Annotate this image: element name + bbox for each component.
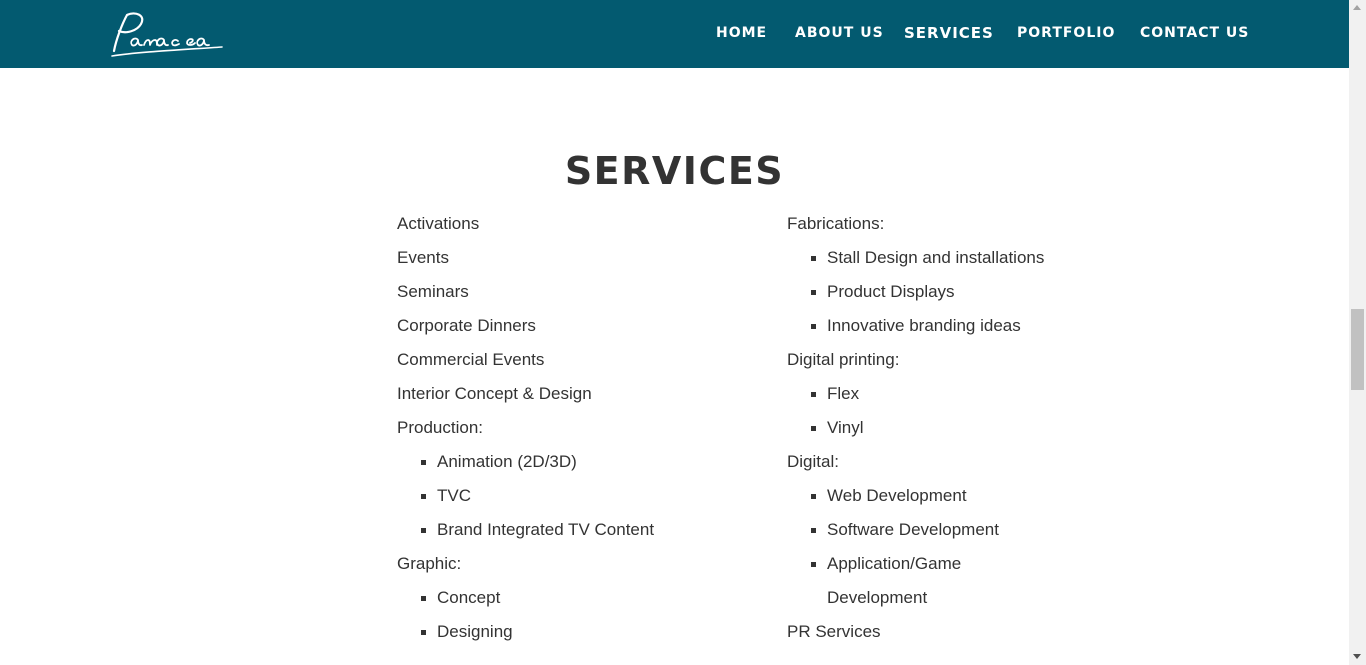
service-subitem-label: Vinyl	[827, 418, 864, 437]
square-bullet-icon	[421, 494, 426, 499]
service-subitem-continuation: Development	[827, 588, 928, 607]
service-subitem: Innovative branding ideas	[787, 309, 1087, 343]
top-navbar: HOME ABOUT US SERVICES PORTFOLIO CONTACT…	[0, 0, 1349, 68]
nav-portfolio[interactable]: PORTFOLIO	[1017, 24, 1115, 42]
page-title: SERVICES	[564, 149, 785, 193]
service-item: Commercial Events	[397, 350, 545, 369]
service-subitem-label: Application/Game	[827, 554, 962, 573]
service-subitem: Animation (2D/3D)	[397, 445, 757, 479]
services-right-column: Fabrications: Stall Design and installat…	[787, 207, 1087, 649]
service-subitem-label: Innovative branding ideas	[827, 316, 1021, 335]
service-subitem-label: Concept	[437, 588, 501, 607]
service-subitem-label: Stall Design and installations	[827, 248, 1045, 267]
service-category-label: Digital printing:	[787, 350, 900, 369]
service-subitem: Designing	[397, 615, 757, 649]
service-subitem: Brand Integrated TV Content	[397, 513, 757, 547]
square-bullet-icon	[421, 460, 426, 465]
vertical-scrollbar[interactable]	[1349, 0, 1366, 665]
service-subitem-label: TVC	[437, 486, 471, 505]
service-subitem-label: Flex	[827, 384, 860, 403]
service-subitem: TVC	[397, 479, 757, 513]
square-bullet-icon	[421, 630, 426, 635]
square-bullet-icon	[811, 290, 816, 295]
scrollbar-thumb[interactable]	[1351, 309, 1364, 390]
main-nav: HOME ABOUT US SERVICES PORTFOLIO CONTACT…	[0, 0, 1349, 68]
service-subitem-label: Web Development	[827, 486, 967, 505]
service-subitem-label: Product Displays	[827, 282, 955, 301]
scroll-down-arrow-icon[interactable]	[1353, 654, 1361, 659]
service-subitem: Web Development	[787, 479, 1087, 513]
square-bullet-icon	[811, 426, 816, 431]
square-bullet-icon	[811, 392, 816, 397]
service-item: Corporate Dinners	[397, 316, 536, 335]
nav-services[interactable]: SERVICES	[904, 24, 994, 42]
service-category-label: Production:	[397, 418, 483, 437]
square-bullet-icon	[811, 324, 816, 329]
scroll-up-arrow-icon[interactable]	[1353, 5, 1361, 10]
nav-home[interactable]: HOME	[716, 24, 767, 42]
service-subitem-label: Brand Integrated TV Content	[437, 520, 655, 539]
service-subitem-label: Animation (2D/3D)	[437, 452, 577, 471]
services-left-column: Activations Events Seminars Corporate Di…	[397, 207, 757, 649]
service-item: Events	[397, 248, 449, 267]
square-bullet-icon	[811, 528, 816, 533]
service-item: PR Services	[787, 622, 881, 641]
service-category-label: Digital:	[787, 452, 839, 471]
service-subitem: Stall Design and installations	[787, 241, 1087, 275]
square-bullet-icon	[811, 256, 816, 261]
service-subitem: Application/Game	[787, 547, 1087, 581]
service-category-label: Graphic:	[397, 554, 462, 573]
service-subitem: Flex	[787, 377, 1087, 411]
service-subitem-label: Software Development	[827, 520, 999, 539]
service-subitem: Software Development	[787, 513, 1087, 547]
nav-about-us[interactable]: ABOUT US	[795, 24, 884, 42]
service-item: Interior Concept & Design	[397, 384, 592, 403]
service-subitem: Product Displays	[787, 275, 1087, 309]
service-item: Seminars	[397, 282, 469, 301]
square-bullet-icon	[421, 528, 426, 533]
service-item: Activations	[397, 214, 480, 233]
square-bullet-icon	[811, 494, 816, 499]
service-subitem: Vinyl	[787, 411, 1087, 445]
square-bullet-icon	[421, 596, 426, 601]
service-subitem: Concept	[397, 581, 757, 615]
square-bullet-icon	[811, 562, 816, 567]
nav-contact-us[interactable]: CONTACT US	[1140, 24, 1249, 42]
service-category-label: Fabrications:	[787, 214, 885, 233]
service-subitem-label: Designing	[437, 622, 513, 641]
